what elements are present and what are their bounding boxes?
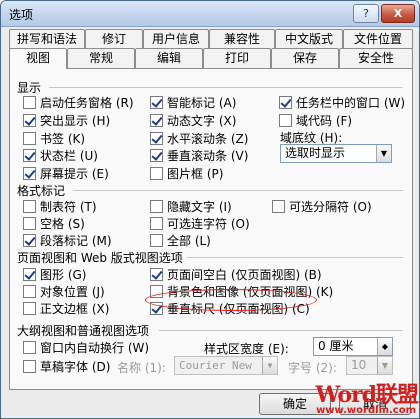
- help-button[interactable]: ?: [353, 4, 379, 23]
- checkbox-bookmarks[interactable]: 书签 (K): [23, 130, 85, 146]
- checkbox-box[interactable]: [23, 233, 36, 247]
- checkbox-box[interactable]: [150, 148, 163, 162]
- divider: [159, 330, 403, 331]
- tab-save[interactable]: 保存: [271, 48, 339, 68]
- checkbox-optional-hyphens[interactable]: 可选连字符 (O): [150, 215, 250, 231]
- checkbox-vertical-scrollbar[interactable]: 垂直滚动条 (V): [150, 147, 248, 163]
- checkbox-box[interactable]: [150, 166, 163, 180]
- checkbox-box[interactable]: [23, 166, 36, 180]
- draft-font-name-select[interactable]: Courier New ▼: [174, 356, 278, 375]
- checkbox-spaces[interactable]: 空格 (S): [23, 215, 85, 231]
- watermark-logo: Word联盟 www.wordlm.com: [306, 375, 419, 418]
- close-button[interactable]: X: [381, 4, 415, 23]
- checkbox-box[interactable]: [23, 95, 36, 109]
- checkbox-box[interactable]: [23, 267, 36, 281]
- options-dialog: 选项 ? X 拼写和语法 修订 用户信息 兼容性 中文版式 文件位置 视图 常规…: [0, 0, 420, 419]
- checkbox-box[interactable]: [150, 131, 163, 145]
- checkbox-animated-text[interactable]: 动态文字 (X): [150, 112, 236, 128]
- draft-font-size-label: 字号 (2):: [288, 361, 337, 375]
- tab-general[interactable]: 常规: [67, 48, 135, 68]
- style-area-width-label: 样式区宽度 (E):: [204, 342, 289, 356]
- checkbox-hidden-text[interactable]: 隐藏文字 (I): [150, 198, 232, 214]
- chevron-down-icon[interactable]: ▼: [376, 145, 391, 162]
- draft-font-name-label: 名称 (1):: [117, 361, 166, 375]
- checkbox-tab-characters[interactable]: 制表符 (T): [23, 198, 97, 214]
- draft-font-size-select[interactable]: 10 ▼: [346, 356, 393, 375]
- tab-view[interactable]: 视图: [9, 48, 67, 69]
- tab-print[interactable]: 打印: [203, 48, 271, 68]
- checkbox-box[interactable]: [150, 199, 163, 213]
- checkbox-draft-font[interactable]: 草稿字体 (D): [23, 358, 110, 374]
- checkbox-text-boundaries[interactable]: 正文边框 (X): [23, 300, 109, 316]
- divider: [187, 257, 403, 258]
- watermark-url: www.wordlm.com: [316, 405, 416, 416]
- tab-user-info[interactable]: 用户信息: [143, 29, 209, 49]
- checkbox-box[interactable]: [23, 199, 36, 213]
- tab-security[interactable]: 安全性: [339, 48, 413, 68]
- highlight-circle: [145, 289, 317, 311]
- checkbox-box[interactable]: [279, 95, 292, 109]
- section-title-format-marks: 格式标记: [17, 184, 66, 198]
- tab-row-front: 视图 常规 编辑 打印 保存 安全性: [9, 48, 413, 69]
- chevron-down-icon[interactable]: ▼: [262, 357, 277, 374]
- tab-row-back: 拼写和语法 修订 用户信息 兼容性 中文版式 文件位置: [9, 29, 413, 49]
- field-shading-select[interactable]: 选取时显示 ▼: [280, 144, 392, 163]
- style-area-width-input[interactable]: 0 厘米 ◆: [313, 337, 393, 356]
- tab-file-locations[interactable]: 文件位置: [343, 29, 413, 49]
- checkbox-white-space-between-pages[interactable]: 页面间空白 (仅页面视图) (B): [150, 266, 322, 282]
- checkbox-box[interactable]: [23, 216, 36, 230]
- checkbox-box[interactable]: [23, 148, 36, 162]
- checkbox-box[interactable]: [23, 284, 36, 298]
- tab-spelling-grammar[interactable]: 拼写和语法: [9, 29, 85, 49]
- chevron-down-icon[interactable]: ▼: [377, 357, 392, 374]
- checkbox-box[interactable]: [150, 216, 163, 230]
- checkbox-status-bar[interactable]: 状态栏 (U): [23, 147, 98, 163]
- checkbox-box[interactable]: [23, 301, 36, 315]
- tab-track-changes[interactable]: 修订: [85, 29, 143, 49]
- checkbox-paragraph-marks[interactable]: 段落标记 (M): [23, 232, 112, 248]
- title-bar: 选项 ? X: [1, 1, 419, 27]
- checkbox-windows-in-taskbar[interactable]: 任务栏中的窗口 (W): [279, 94, 405, 110]
- tab-edit[interactable]: 编辑: [135, 48, 203, 68]
- checkbox-box[interactable]: [23, 131, 36, 145]
- checkbox-highlight[interactable]: 突出显示 (H): [23, 112, 110, 128]
- checkbox-wrap-to-window[interactable]: 窗口内自动换行 (W): [23, 339, 149, 355]
- checkbox-box[interactable]: [279, 113, 292, 127]
- checkbox-startup-task-pane[interactable]: 启动任务窗格 (R): [23, 94, 134, 110]
- checkbox-picture-placeholders[interactable]: 图片框 (P): [150, 165, 223, 181]
- divider: [73, 190, 403, 191]
- checkbox-box[interactable]: [23, 340, 36, 354]
- tab-asian-typography[interactable]: 中文版式: [275, 29, 343, 49]
- checkbox-box[interactable]: [150, 233, 163, 247]
- checkbox-smart-tags[interactable]: 智能标记 (A): [150, 94, 236, 110]
- checkbox-drawings[interactable]: 图形 (G): [23, 266, 86, 282]
- section-title-outline-normal: 大纲视图和普通视图选项: [17, 324, 150, 338]
- window-title: 选项: [9, 8, 34, 22]
- tab-compatibility[interactable]: 兼容性: [209, 29, 275, 49]
- section-title-print-layout: 页面视图和 Web 版式视图选项: [17, 251, 183, 265]
- checkbox-box[interactable]: [272, 199, 285, 213]
- checkbox-screentips[interactable]: 屏幕提示 (E): [23, 165, 109, 181]
- checkbox-all-marks[interactable]: 全部 (L): [150, 232, 211, 248]
- checkbox-box[interactable]: [150, 95, 163, 109]
- checkbox-horizontal-scrollbar[interactable]: 水平滚动条 (Z): [150, 130, 248, 146]
- checkbox-box[interactable]: [150, 113, 163, 127]
- checkbox-optional-breaks[interactable]: 可选分隔符 (O): [272, 198, 372, 214]
- divider: [49, 87, 403, 88]
- checkbox-box[interactable]: [23, 359, 36, 373]
- spinner-icon[interactable]: ◆: [377, 338, 392, 355]
- checkbox-box[interactable]: [150, 267, 163, 281]
- checkbox-field-codes[interactable]: 域代码 (F): [279, 112, 352, 128]
- checkbox-object-anchors[interactable]: 对象位置 (J): [23, 283, 105, 299]
- checkbox-box[interactable]: [23, 113, 36, 127]
